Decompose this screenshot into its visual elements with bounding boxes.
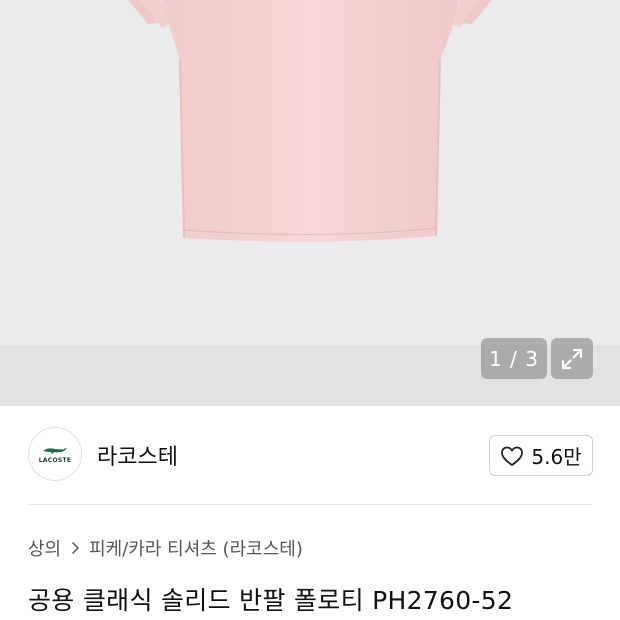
- like-count: 5.6만: [531, 445, 582, 469]
- heart-outline-icon: [501, 446, 524, 466]
- like-button[interactable]: 5.6만: [489, 435, 593, 476]
- brand-name[interactable]: 라코스테: [97, 439, 178, 471]
- breadcrumb-subcategory[interactable]: 피케/카라 티셔츠 (라코스테): [89, 535, 303, 561]
- breadcrumb-category[interactable]: 상의: [28, 535, 61, 561]
- expand-button[interactable]: [551, 338, 593, 379]
- brand-logo-text: LACOSTE: [38, 456, 72, 464]
- image-counter: 1 / 3: [481, 338, 547, 379]
- product-image[interactable]: [0, 0, 620, 345]
- chevron-right-icon: [71, 541, 80, 555]
- brand-logo[interactable]: LACOSTE: [28, 427, 82, 481]
- brand-row: LACOSTE 라코스테 5.6만: [0, 406, 620, 504]
- breadcrumb: 상의 피케/카라 티셔츠 (라코스테): [28, 535, 303, 561]
- product-gallery[interactable]: 1 / 3: [0, 0, 620, 406]
- divider: [28, 504, 592, 505]
- image-counter-text: 1 / 3: [489, 346, 539, 371]
- expand-arrows-icon: [561, 348, 583, 369]
- crocodile-logo-icon: [43, 447, 67, 454]
- product-title: 공용 클래식 솔리드 반팔 폴로티 PH2760-52: [28, 586, 514, 615]
